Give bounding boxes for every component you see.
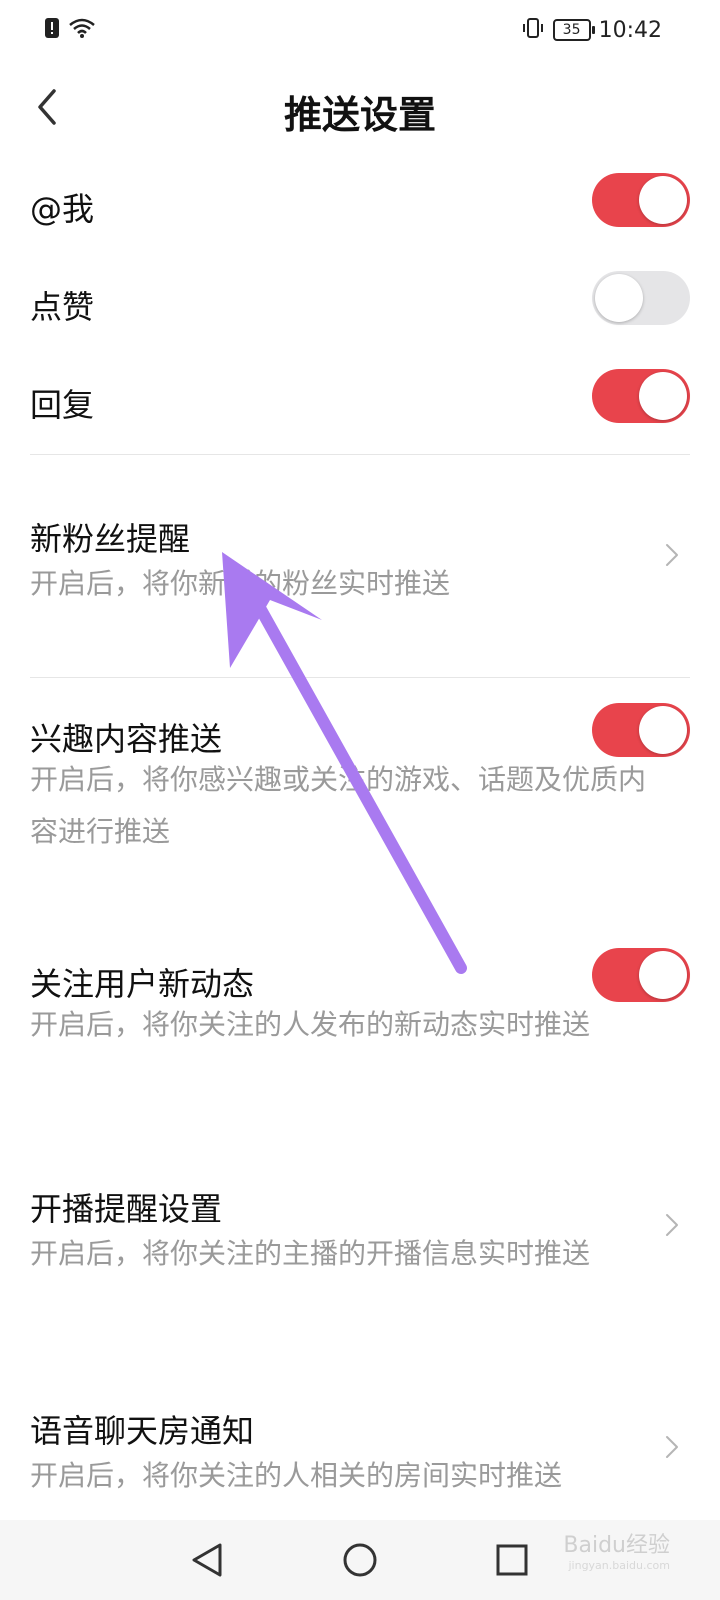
setting-row-new-followers[interactable]: 新粉丝提醒 开启后，将你新增的粉丝实时推送 [0, 500, 720, 620]
circle-home-icon [343, 1543, 377, 1577]
setting-label: 新粉丝提醒 [30, 520, 191, 558]
watermark-sub: jingyan.baidu.com [568, 1559, 670, 1572]
likes-toggle[interactable] [592, 271, 690, 325]
screen: 35 10:42 推送设置 @我 点赞 回复 新粉丝提醒 开启后，将你新增的粉丝… [0, 0, 720, 1600]
setting-label: 回复 [30, 386, 95, 424]
divider [30, 454, 690, 455]
baidu-jingyan-watermark: Baidu经验 jingyan.baidu.com [563, 1527, 670, 1572]
setting-row-interest-push[interactable]: 兴趣内容推送 开启后，将你感兴趣或关注的游戏、话题及优质内容进行推送 [0, 700, 720, 870]
header: 推送设置 [0, 70, 720, 144]
setting-description: 开启后，将你感兴趣或关注的游戏、话题及优质内容进行推送 [30, 763, 647, 848]
system-nav-bar: Baidu经验 jingyan.baidu.com [0, 1520, 720, 1600]
status-bar: 35 10:42 [0, 0, 720, 60]
status-time: 10:42 [598, 17, 662, 43]
vibrate-icon [521, 16, 545, 44]
setting-label: 语音聊天房通知 [30, 1412, 255, 1450]
nav-home-button[interactable] [337, 1537, 383, 1583]
setting-description: 开启后，将你关注的主播的开播信息实时推送 [30, 1237, 591, 1270]
replies-toggle[interactable] [592, 369, 690, 423]
watermark-text: Baidu经验 [563, 1533, 670, 1558]
setting-label: 点赞 [30, 288, 95, 326]
chevron-right-icon [666, 1214, 678, 1236]
setting-row-following-updates[interactable]: 关注用户新动态 开启后，将你关注的人发布的新动态实时推送 [0, 945, 720, 1065]
setting-description: 开启后，将你关注的人相关的房间实时推送 [30, 1459, 563, 1492]
chevron-right-icon [666, 544, 678, 566]
setting-description: 开启后，将你新增的粉丝实时推送 [30, 567, 451, 600]
interest-push-toggle[interactable] [592, 703, 690, 757]
wifi-icon [68, 17, 96, 43]
setting-row-mentions[interactable]: @我 [0, 170, 720, 240]
nav-recents-button[interactable] [489, 1537, 535, 1583]
setting-description: 开启后，将你关注的人发布的新动态实时推送 [30, 1008, 591, 1041]
setting-row-live-reminder[interactable]: 开播提醒设置 开启后，将你关注的主播的开播信息实时推送 [0, 1170, 720, 1290]
square-recents-icon [496, 1544, 528, 1576]
setting-row-replies[interactable]: 回复 [0, 366, 720, 436]
chevron-right-icon [666, 1436, 678, 1458]
page-title: 推送设置 [283, 93, 436, 137]
following-updates-toggle[interactable] [592, 948, 690, 1002]
nav-back-button[interactable] [184, 1537, 230, 1583]
triangle-back-icon [192, 1543, 222, 1577]
setting-label: 开播提醒设置 [30, 1190, 223, 1228]
setting-label: @我 [30, 190, 95, 228]
setting-row-likes[interactable]: 点赞 [0, 268, 720, 338]
setting-row-voice-room[interactable]: 语音聊天房通知 开启后，将你关注的人相关的房间实时推送 [0, 1392, 720, 1512]
mentions-toggle[interactable] [592, 173, 690, 227]
battery-indicator: 35 [552, 19, 595, 41]
alert-icon [44, 17, 60, 43]
divider [30, 677, 690, 678]
